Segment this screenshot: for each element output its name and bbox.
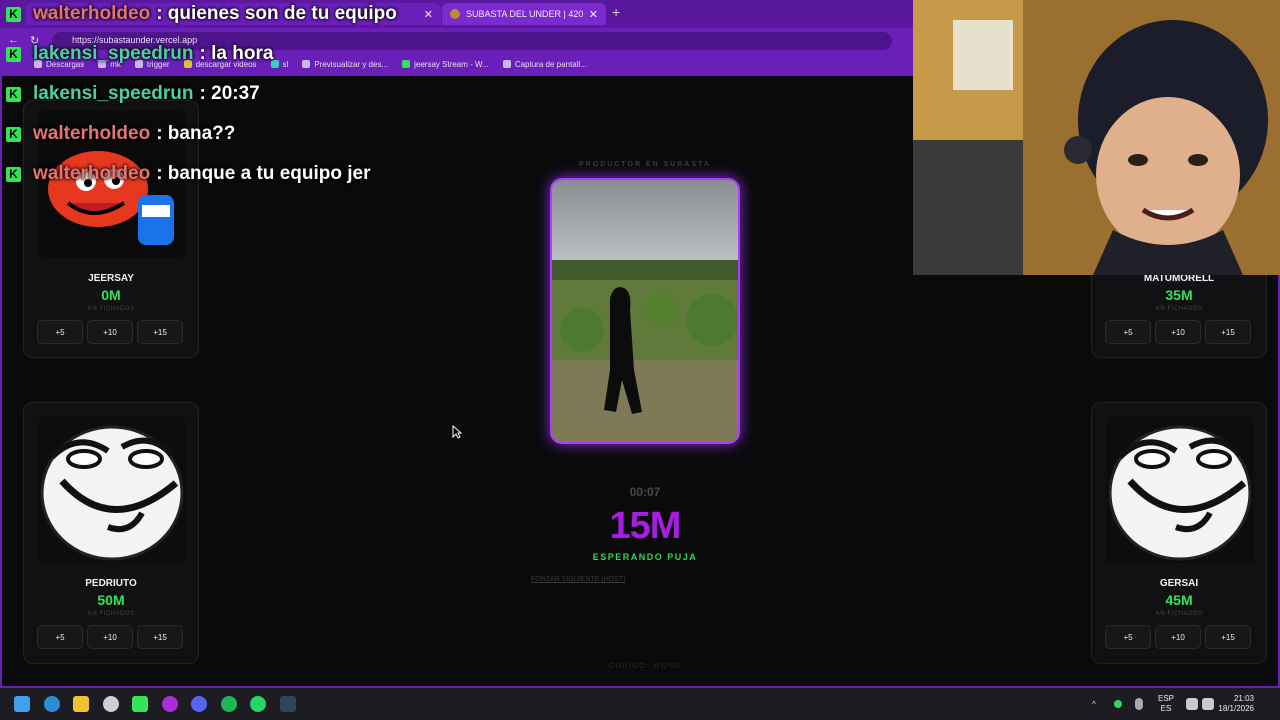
- discord-icon[interactable]: [191, 696, 207, 712]
- team-money: 0M: [101, 287, 121, 303]
- bid-plus-15-button[interactable]: +15: [137, 625, 183, 649]
- chat-username: walterholdeo: [33, 163, 151, 184]
- microphone-icon[interactable]: [1135, 698, 1143, 710]
- taskbar: ^ ESP ES 21:03 18/1/2026: [0, 688, 1280, 720]
- producer-label: PRODUCTOR EN SUBASTA: [579, 161, 711, 168]
- app-icon[interactable]: [162, 696, 178, 712]
- team-name: JEERSAY: [88, 273, 134, 284]
- kick-app-icon[interactable]: [132, 696, 148, 712]
- team-card-gersai: GERSAI 45M 4/6 FICHADOS +5 +10 +15: [1091, 402, 1267, 664]
- close-icon[interactable]: ✕: [424, 8, 433, 21]
- clock-time: 21:03: [1233, 694, 1254, 703]
- volume-icon[interactable]: [1202, 698, 1214, 710]
- chat-text: : quienes son de tu equipo: [156, 3, 397, 24]
- language-bottom: ES: [1160, 704, 1172, 713]
- kick-icon: [402, 60, 411, 68]
- troll-face-icon: [38, 417, 186, 563]
- bid-buttons: +5 +10 +15: [37, 320, 183, 344]
- chat-username: lakensi_speedrun: [33, 83, 194, 104]
- team-fichados: 5/6 FICHADOS: [87, 611, 135, 617]
- chat-message: K walterholdeo : bana??: [6, 123, 235, 145]
- countdown-timer: 00:07: [629, 485, 661, 499]
- bid-plus-10-button[interactable]: +10: [87, 625, 133, 649]
- team-fichados: 4/6 FICHADOS: [1155, 306, 1203, 312]
- kick-badge-icon: K: [6, 126, 21, 142]
- bid-buttons: +5 +10 +15: [1105, 320, 1251, 344]
- team-money: 50M: [97, 592, 125, 608]
- team-card-pedriuto: PEDRIUTO 50M 5/6 FICHADOS +5 +10 +15: [23, 402, 199, 664]
- status-icon[interactable]: [1114, 700, 1122, 708]
- webcam-feed-icon: [913, 0, 1280, 275]
- bid-plus-15-button[interactable]: +15: [1205, 625, 1251, 649]
- team-money: 45M: [1165, 592, 1193, 608]
- clock-date: 18/1/2026: [1218, 704, 1254, 713]
- chat-message: K lakensi_speedrun : 20:37: [6, 83, 260, 105]
- bid-plus-5-button[interactable]: +5: [1105, 625, 1151, 649]
- team-fichados: 4/6 FICHADOS: [1155, 611, 1203, 617]
- chat-message: K lakensi_speedrun : la hora: [6, 43, 273, 65]
- team-name: GERSAI: [1159, 578, 1199, 589]
- kick-badge-icon: K: [6, 86, 21, 102]
- bid-plus-5-button[interactable]: +5: [37, 320, 83, 344]
- windows-start-icon[interactable]: [14, 696, 30, 712]
- chat-username: lakensi_speedrun: [33, 43, 194, 64]
- spotify-icon[interactable]: [221, 696, 237, 712]
- room-code: CÓDIGO: WQND: [608, 663, 682, 670]
- bookmark-item[interactable]: Captura de pantall...: [502, 60, 587, 69]
- edge-browser-icon[interactable]: [44, 696, 60, 712]
- mouse-cursor-icon: [452, 425, 462, 439]
- bookmark-item[interactable]: Previsualizar y des...: [302, 60, 388, 69]
- chat-username: walterholdeo: [33, 123, 151, 144]
- chat-username: walterholdeo: [33, 3, 151, 24]
- chat-text: : la hora: [199, 43, 274, 64]
- kick-badge-icon: K: [6, 166, 21, 182]
- bid-plus-10-button[interactable]: +10: [1155, 625, 1201, 649]
- favicon-icon: [450, 9, 460, 19]
- close-icon[interactable]: ✕: [589, 8, 598, 21]
- whatsapp-icon[interactable]: [250, 696, 266, 712]
- system-clock[interactable]: 21:03 18/1/2026: [1218, 694, 1254, 714]
- chat-text: : bana??: [156, 123, 236, 144]
- bid-buttons: +5 +10 +15: [1105, 625, 1251, 649]
- new-tab-button[interactable]: +: [612, 4, 620, 20]
- producer-image-icon: [552, 180, 738, 442]
- steam-icon[interactable]: [280, 696, 296, 712]
- auction-status: ESPERANDO PUJA: [592, 552, 698, 562]
- language-indicator[interactable]: ESP ES: [1158, 694, 1174, 714]
- chat-message: K walterholdeo : quienes son de tu equip…: [6, 3, 397, 25]
- chat-text: : banque a tu equipo jer: [156, 163, 371, 184]
- bookmark-item[interactable]: jeersay Stream - W...: [402, 60, 489, 69]
- team-avatar: [38, 417, 186, 563]
- bid-plus-15-button[interactable]: +15: [1205, 320, 1251, 344]
- file-explorer-icon[interactable]: [73, 696, 89, 712]
- chrome-icon[interactable]: [103, 696, 119, 712]
- bid-plus-10-button[interactable]: +10: [1155, 320, 1201, 344]
- chat-text: : 20:37: [199, 83, 260, 104]
- network-icon[interactable]: [1186, 698, 1198, 710]
- bid-buttons: +5 +10 +15: [37, 625, 183, 649]
- bid-plus-5-button[interactable]: +5: [1105, 320, 1151, 344]
- chat-message: K walterholdeo : banque a tu equipo jer: [6, 163, 370, 185]
- force-next-link[interactable]: FORZAR SIGUIENTE (HOST): [531, 576, 626, 583]
- bid-plus-10-button[interactable]: +10: [87, 320, 133, 344]
- snip-icon: [502, 60, 511, 68]
- bid-plus-5-button[interactable]: +5: [37, 625, 83, 649]
- troll-face-icon: [1106, 417, 1254, 563]
- language-top: ESP: [1158, 694, 1175, 703]
- team-fichados: 6/6 FICHADOS: [87, 306, 135, 312]
- kick-badge-icon: K: [6, 6, 21, 22]
- team-avatar: [1106, 417, 1254, 563]
- current-bid: 15M: [609, 505, 682, 547]
- bookmark-icon: [302, 60, 311, 68]
- tab-subasta[interactable]: SUBASTA DEL UNDER | 420 ✕: [442, 3, 606, 25]
- team-money: 35M: [1165, 287, 1193, 303]
- tab-label: SUBASTA DEL UNDER | 420: [466, 9, 584, 19]
- webcam-overlay: [913, 0, 1280, 275]
- producer-photo: [550, 178, 740, 444]
- team-name: PEDRIUTO: [85, 578, 137, 589]
- bid-plus-15-button[interactable]: +15: [137, 320, 183, 344]
- kick-badge-icon: K: [6, 46, 21, 62]
- tray-chevron-icon[interactable]: ^: [1092, 688, 1096, 720]
